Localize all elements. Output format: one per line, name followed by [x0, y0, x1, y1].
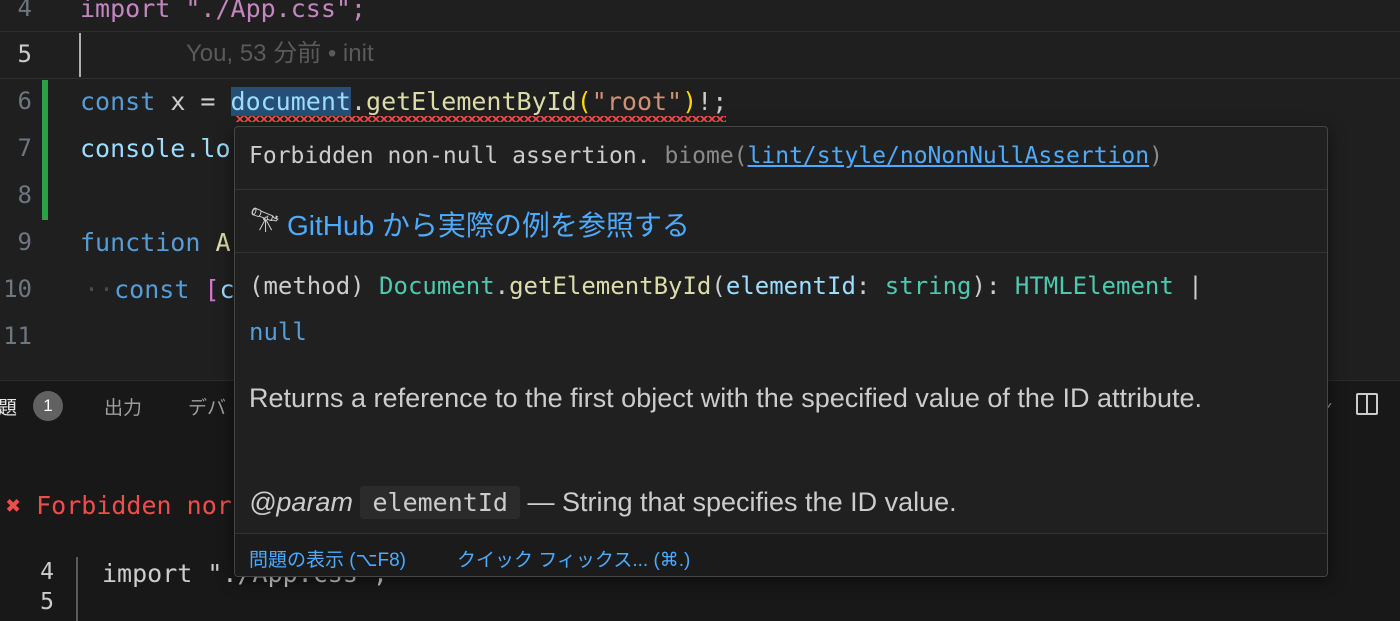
git-blame-annotation: You, 53 分前 • init	[186, 40, 374, 67]
sig-param-type: string	[884, 272, 972, 300]
diagnostic-source-close: )	[1149, 143, 1163, 169]
sig-paren: ):	[971, 272, 1015, 300]
line-text: ··const [c	[84, 266, 235, 313]
diagnostic-text: Forbidden non-null assertion.	[249, 143, 651, 169]
view-problem-link[interactable]: 問題の表示 (⌥F8)	[249, 545, 406, 572]
text-cursor	[79, 33, 81, 77]
token-bracket: [	[189, 275, 220, 304]
preview-line-number: 4	[40, 559, 54, 585]
line-number: 10	[3, 275, 32, 303]
problem-message: Forbidden nor	[36, 491, 232, 520]
sig-paren: (	[711, 272, 726, 300]
token-string: "root"	[591, 87, 683, 116]
lint-rule-link[interactable]: lint/style/noNonNullAssertion	[748, 143, 1150, 169]
token-dot: .	[350, 87, 367, 116]
token-bracket: )	[682, 87, 698, 116]
token-keyword: const	[114, 275, 190, 304]
telescope-icon: 🔭︎	[250, 206, 281, 234]
tab-problems[interactable]: 題	[0, 393, 17, 420]
sig-colon: :	[855, 272, 885, 300]
split-panel-icon[interactable]	[1356, 393, 1378, 415]
sig-dot: .	[494, 272, 510, 300]
sig-prefix: (method)	[249, 272, 380, 300]
token-text: x =	[155, 87, 231, 116]
error-icon: ✖	[6, 491, 22, 520]
token-variable: c	[219, 275, 235, 304]
line-text: function A	[80, 219, 231, 266]
line-number: 5	[17, 40, 32, 68]
whitespace-indicator: ··	[84, 275, 115, 304]
line-number: 9	[17, 228, 32, 256]
quick-fix-link[interactable]: クイック フィックス... (⌘.)	[457, 545, 690, 572]
code-line[interactable]: 4 import "./App.css";	[0, 0, 1400, 32]
line-text: console.lo	[80, 134, 231, 163]
token-function: A	[200, 228, 231, 257]
hover-widget[interactable]: Forbidden non-null assertion. biome(lint…	[234, 126, 1328, 577]
param-doc: @param elementId — String that specifies…	[249, 479, 957, 526]
token-text: !;	[697, 87, 728, 116]
tab-output[interactable]: 出力	[104, 393, 142, 420]
token-variable[interactable]: document	[230, 87, 351, 116]
preview-divider	[76, 557, 78, 621]
line-number: 7	[17, 134, 32, 162]
token-keyword: const	[80, 87, 156, 116]
preview-line-number: 5	[40, 589, 54, 615]
tab-debug-console[interactable]: デバ	[188, 393, 226, 420]
error-squiggle[interactable]	[236, 116, 726, 122]
method-description: Returns a reference to the first object …	[249, 383, 1203, 413]
problem-item[interactable]: ✖ Forbidden nor	[6, 491, 232, 520]
token-bracket: (	[576, 87, 592, 116]
param-tag: @param	[249, 487, 353, 517]
line-number: 11	[3, 322, 32, 350]
param-description: — String that specifies the ID value.	[519, 487, 957, 517]
sig-union: |	[1173, 272, 1203, 300]
github-examples-link[interactable]: GitHub から実際の例を参照する	[287, 204, 690, 244]
line-number: 6	[17, 87, 32, 115]
sig-return-type: HTMLElement	[1014, 272, 1174, 300]
token-function[interactable]: getElementById	[366, 87, 577, 116]
sig-null-type: null	[249, 318, 307, 346]
line-number: 8	[17, 181, 32, 209]
diagnostic-source: biome(	[664, 143, 748, 169]
line-number: 4	[17, 0, 32, 22]
method-signature: (method) Document.getElementById(element…	[249, 263, 1309, 355]
problems-count-badge: 1	[33, 391, 63, 421]
token-keyword: function	[80, 228, 201, 257]
hover-status-bar: 問題の表示 (⌥F8) クイック フィックス... (⌘.)	[235, 533, 1327, 576]
diagnostic-section: Forbidden non-null assertion. biome(lint…	[235, 127, 1327, 190]
github-examples-section: 🔭︎ GitHub から実際の例を参照する	[235, 190, 1327, 253]
sig-param: elementId	[725, 272, 856, 300]
sig-class: Document	[379, 272, 495, 300]
diagnostic-message: Forbidden non-null assertion. biome(lint…	[249, 143, 1163, 169]
line-text: import "./App.css";	[80, 0, 366, 23]
param-name: elementId	[360, 486, 520, 519]
sig-method: getElementById	[509, 272, 712, 300]
